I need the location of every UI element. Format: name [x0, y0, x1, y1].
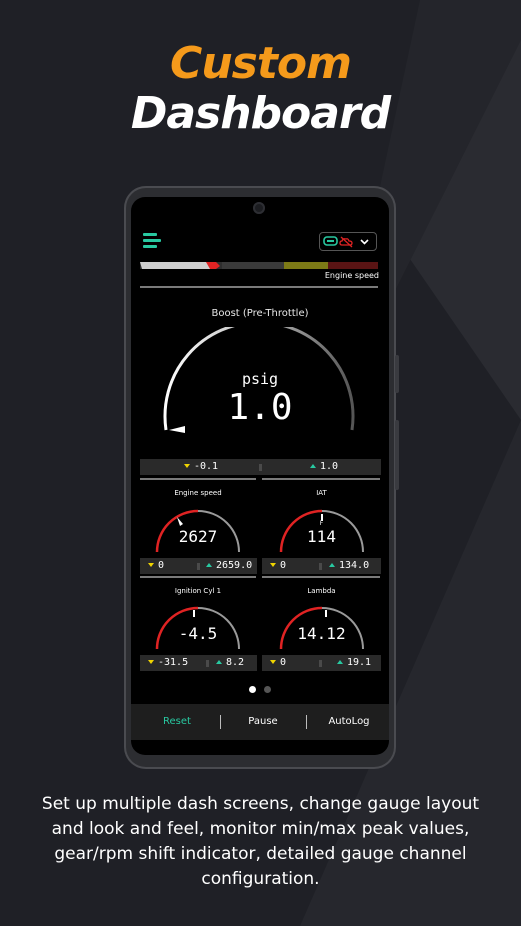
- gauge-unit: F: [319, 520, 324, 527]
- front-camera: [253, 202, 265, 214]
- bottom-action-bar: Reset Pause AutoLog: [131, 704, 389, 740]
- page-dot-active[interactable]: [249, 686, 256, 693]
- gauge-minmax: 0 19.1: [262, 655, 381, 671]
- main-gauge-unit: psig: [241, 370, 279, 388]
- main-gauge-title: Boost (Pre-Throttle): [211, 308, 309, 319]
- divider: [140, 576, 256, 578]
- gauge-minmax: -31.5 8.2: [140, 655, 257, 671]
- gauge-max: 19.1: [347, 657, 372, 668]
- phone-screen: Engine speed Boost (Pre-Throttle) psig 1…: [131, 197, 389, 755]
- gauge-minmax: 0 2659.0: [140, 558, 257, 574]
- max-arrow-icon: [216, 660, 222, 664]
- rpm-shift-bar: [140, 262, 378, 269]
- divider: [262, 478, 380, 480]
- rpm-bar-label: Engine speed: [324, 271, 379, 280]
- menu-icon[interactable]: [143, 233, 163, 249]
- main-gauge-max: 1.0: [320, 461, 339, 472]
- gauge-min: 0: [280, 560, 287, 571]
- max-arrow-icon: [337, 660, 343, 664]
- gauge-max: 8.2: [226, 657, 245, 668]
- gauge-title: Lambda: [307, 587, 336, 595]
- phone-side-button: [395, 420, 399, 490]
- reset-button[interactable]: Reset: [141, 704, 213, 740]
- headline-custom: Custom: [170, 38, 352, 89]
- max-arrow-icon: [329, 563, 335, 567]
- gauge-value: -4.5: [178, 624, 218, 643]
- autolog-button[interactable]: AutoLog: [313, 704, 385, 740]
- gauge-max: 134.0: [339, 560, 370, 571]
- gauge-title: IAT: [316, 489, 327, 497]
- cloud-off-icon: [339, 236, 353, 248]
- main-gauge-minmax: -0.1 1.0: [140, 459, 381, 475]
- min-arrow-icon: [270, 660, 276, 664]
- gauge-title: Ignition Cyl 1: [174, 587, 222, 595]
- gauge-min: -31.5: [158, 657, 189, 668]
- headline-dashboard: Dashboard: [130, 88, 391, 139]
- gauge-value: 14.12: [297, 624, 346, 643]
- gauge-min: 0: [158, 560, 165, 571]
- page-dot[interactable]: [264, 686, 271, 693]
- divider: [140, 286, 378, 288]
- min-arrow-icon: [270, 563, 276, 567]
- main-gauge-min: -0.1: [194, 461, 219, 472]
- gauge-value: 2627: [178, 527, 218, 546]
- min-arrow-icon: [184, 464, 190, 468]
- main-gauge-value: 1.0: [227, 387, 293, 428]
- min-arrow-icon: [148, 563, 154, 567]
- chevron-down-icon: [360, 239, 369, 245]
- feature-caption: Set up multiple dash screens, change gau…: [41, 794, 480, 889]
- gauge-max: 2659.0: [216, 560, 253, 571]
- gauge-min: 0: [280, 657, 287, 668]
- gauge-title: Engine speed: [174, 489, 222, 497]
- divider: [140, 478, 256, 480]
- pause-button[interactable]: Pause: [227, 704, 299, 740]
- connection-status-dropdown[interactable]: [319, 232, 377, 251]
- phone-side-button: [395, 355, 399, 393]
- max-arrow-icon: [310, 464, 316, 468]
- battery-icon: [323, 236, 338, 246]
- max-arrow-icon: [206, 563, 212, 567]
- gauge-minmax: 0 134.0: [262, 558, 381, 574]
- min-arrow-icon: [148, 660, 154, 664]
- divider: [262, 576, 380, 578]
- gauge-value: 114: [307, 527, 336, 546]
